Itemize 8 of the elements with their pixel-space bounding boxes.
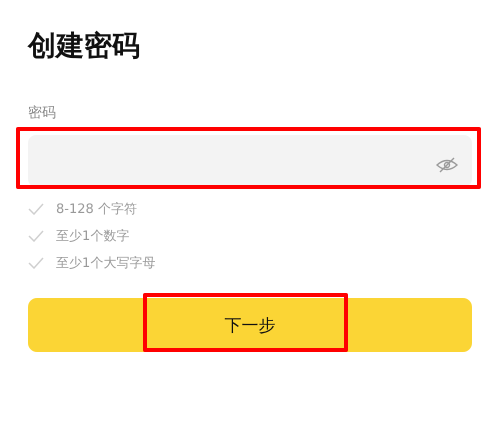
eye-slash-icon[interactable] [436,157,458,173]
page-title: 创建密码 [28,28,141,64]
password-field[interactable] [28,135,472,187]
requirement-text: 8-128 个字符 [56,200,137,218]
next-button[interactable]: 下一步 [28,298,472,352]
requirement-text: 至少1个数字 [56,228,130,244]
requirement-text: 至少1个大写字母 [56,254,156,272]
field-label: 密码 [28,104,57,122]
